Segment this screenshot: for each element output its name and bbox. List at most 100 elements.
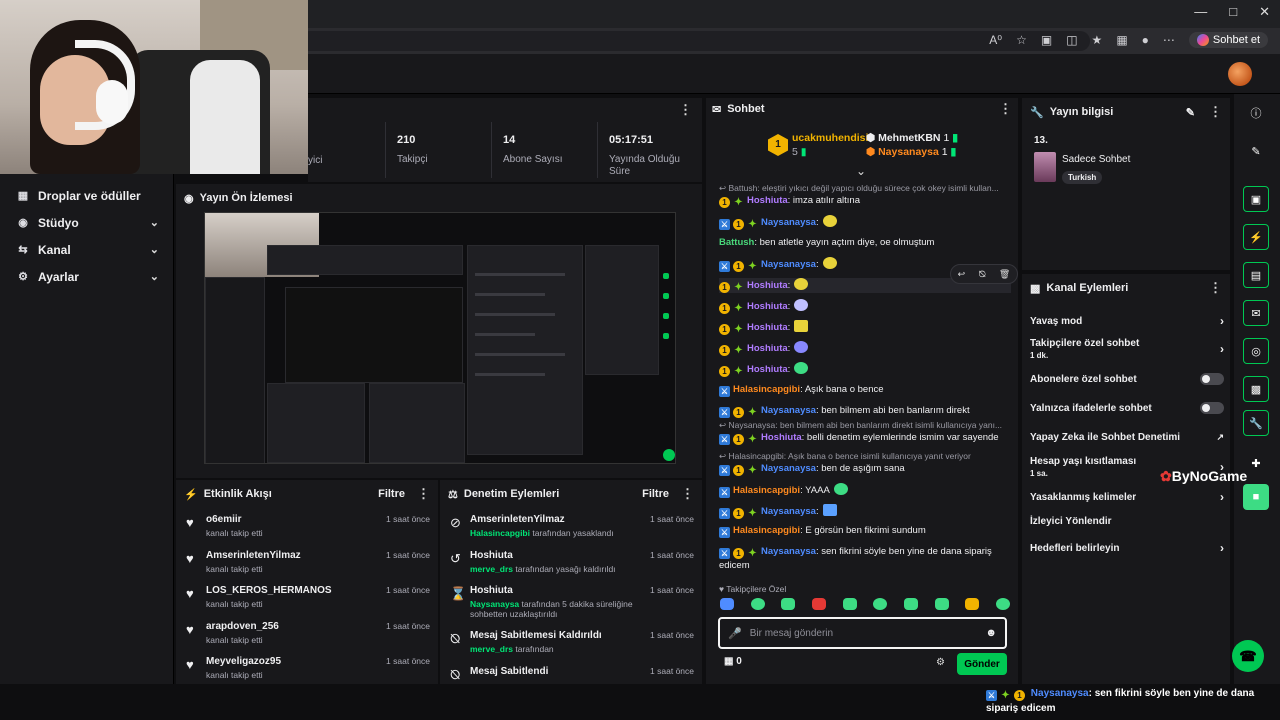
panel-title: Denetim Eylemleri [463, 488, 560, 500]
gavel-icon: ⚖ [448, 488, 458, 501]
action-banned-words[interactable]: Yasaklanmış kelimeler › [1030, 490, 1224, 504]
sidebar-item-settings[interactable]: ⚙ Ayarlar ⌄ [0, 263, 173, 290]
chat-message[interactable]: 1 ✦ Hoshiuta: [719, 299, 1011, 314]
minimize-icon[interactable]: — [1194, 4, 1207, 20]
game-icon[interactable]: ■ [1243, 484, 1269, 510]
leader-third[interactable]: ⬢ Naysanaysa 1 ▮ [866, 146, 956, 158]
action-ai-moderation[interactable]: Yapay Zeka ile Sohbet Denetimi ↗ [1030, 432, 1224, 443]
lightning-icon[interactable]: ⚡ [1243, 224, 1269, 250]
maximize-icon[interactable]: □ [1229, 4, 1237, 20]
list-item[interactable]: ↺ Hoshiuta merve_drs tarafından yasağı ka… [440, 544, 702, 580]
channel-points[interactable]: ▦ 0 [724, 656, 742, 667]
chat-message[interactable]: ⚔ 1 ✦ Naysanaysa: sen fikrini söyle ben yin… [719, 545, 1011, 572]
list-item[interactable]: ♥ Meyveligazoz95 kanalı takip etti 1 saat… [176, 650, 438, 684]
chat-icon[interactable]: ✉ [1243, 300, 1269, 326]
action-slow-mode[interactable]: Yavaş mod › [1030, 314, 1224, 328]
leader-name[interactable]: ucakmuhendisi [792, 132, 868, 144]
chat-input[interactable] [749, 627, 986, 639]
chat-message[interactable]: ⚔ 1 ✦ Naysanaysa: ben bilmem abi ben banlar… [719, 404, 1011, 418]
emote[interactable] [842, 598, 857, 610]
filter-button[interactable]: Filtre [378, 488, 405, 500]
action-followers-only[interactable]: Takipçilere özel sohbet 1 dk. › [1030, 338, 1224, 360]
ad-icon[interactable]: ▩ [1243, 376, 1269, 402]
subscribers-only-toggle[interactable] [1200, 373, 1224, 385]
emoji-icon[interactable]: ☻ [985, 627, 997, 639]
copilot-button[interactable]: Sohbet et [1188, 32, 1268, 48]
emote[interactable] [934, 598, 949, 610]
chat-message[interactable]: Battush: ben atletle yayın açtım diye, o… [719, 236, 1011, 249]
more-options-icon[interactable]: ⋮ [681, 486, 694, 502]
chat-message[interactable]: ⚔ 1 ✦ Naysanaysa: [719, 215, 1011, 230]
chat-message[interactable]: ⚔ 1 ✦ Hoshiuta: belli denetim eylemlerinde … [719, 431, 1011, 445]
emote[interactable] [903, 598, 918, 610]
close-icon[interactable]: ✕ [1259, 4, 1270, 20]
sidebar-item-channel[interactable]: ⇆ Kanal ⌄ [0, 236, 173, 263]
chat-message[interactable]: 1 ✦ Hoshiuta: [719, 341, 1011, 356]
send-button[interactable]: Gönder [957, 653, 1007, 675]
pin-icon[interactable]: ⦰ [978, 269, 985, 280]
chat-message[interactable]: 1 ✦ Hoshiuta: [719, 320, 1011, 335]
emote-only-toggle[interactable] [1200, 402, 1224, 414]
leader-second[interactable]: ⬢ MehmetKBN 1 ▮ [866, 132, 958, 144]
user-avatar[interactable] [1228, 62, 1252, 86]
emote[interactable] [811, 598, 826, 610]
chat-bubble-icon: ✉ [712, 103, 722, 116]
more-options-icon[interactable]: ⋮ [1209, 280, 1222, 296]
clip-icon[interactable]: ▣ [1243, 186, 1269, 212]
list-item[interactable]: ⦰ Mesaj Sabitlemesi Kaldırıldı merve_drs … [440, 624, 702, 660]
chat-message[interactable]: ⚔ Halasincapgibi: YAAA [719, 483, 1011, 498]
filter-button[interactable]: Filtre [642, 488, 669, 500]
favorites-icon[interactable]: ★ [1092, 33, 1103, 47]
emote[interactable] [750, 598, 765, 610]
chat-message[interactable]: 1 ✦ Hoshiuta: [719, 362, 1011, 377]
chat-message[interactable]: 1 ✦ Hoshiuta: imza atılır altına [719, 194, 1011, 208]
emote[interactable] [965, 598, 980, 610]
more-icon[interactable]: ⋯ [1163, 33, 1175, 47]
more-options-icon[interactable]: ⋮ [417, 486, 430, 502]
help-button[interactable]: ☎ [1232, 640, 1264, 672]
emote[interactable] [995, 598, 1010, 610]
read-aloud-icon[interactable]: A⁰ [989, 33, 1002, 47]
info-icon[interactable]: ⓘ [1243, 100, 1269, 126]
list-item[interactable]: ♥ LOS_KEROS_HERMANOS kanalı takip etti 1 … [176, 579, 438, 615]
list-item[interactable]: ♥ arapdoven_256 kanalı takip etti 1 saat … [176, 615, 438, 651]
emote[interactable] [873, 598, 888, 610]
chevron-down-icon[interactable]: ⌄ [856, 164, 866, 178]
address-bar[interactable] [300, 31, 1090, 51]
broadcast-icon[interactable]: ◎ [1243, 338, 1269, 364]
delete-icon[interactable]: 🗑 [999, 269, 1010, 280]
collections-icon[interactable]: ▦ [1116, 33, 1127, 47]
timestamp: 1 saat önce [650, 630, 694, 640]
chat-message[interactable]: ⚔ 1 ✦ Naysanaysa: ben de aşığım sana [719, 462, 1011, 476]
more-options-icon[interactable]: ⋮ [1209, 104, 1222, 120]
list-item[interactable]: ♥ AmserinletenYilmaz kanalı takip etti 1 … [176, 544, 438, 580]
gear-icon[interactable]: ⚙ [936, 657, 945, 668]
profile-icon[interactable]: ● [1142, 33, 1149, 47]
extensions-icon[interactable]: ▣ [1041, 33, 1052, 47]
reply-icon[interactable]: ↩ [958, 269, 966, 280]
chat-message[interactable]: ⚔ 1 ✦ Naysanaysa: [719, 504, 1011, 519]
split-screen-icon[interactable]: ◫ [1066, 33, 1077, 47]
emote[interactable] [781, 598, 796, 610]
wrench-icon[interactable]: 🔧 [1243, 410, 1269, 436]
list-item[interactable]: ⌛ Hoshiuta Naysanaysa tarafından 5 dakika… [440, 579, 702, 624]
document-icon[interactable]: ▤ [1243, 262, 1269, 288]
list-item[interactable]: ⦰ Mesaj Sabitlendi 1 saat önce [440, 660, 702, 685]
list-item[interactable]: ⊘ AmserinletenYilmaz Halasincapgibi taraf… [440, 508, 702, 544]
edit-icon[interactable]: ✎ [1243, 138, 1269, 164]
more-options-icon[interactable]: ⋮ [679, 102, 692, 118]
stream-preview-video[interactable] [204, 212, 676, 464]
action-goals[interactable]: Hedefleri belirleyin › [1030, 541, 1224, 555]
chat-message[interactable]: ⚔ Halasincapgibi: Aşık bana o bence [719, 383, 1011, 397]
more-options-icon[interactable]: ⋮ [999, 101, 1012, 117]
sidebar-item-studio[interactable]: ◉ Stüdyo ⌄ [0, 209, 173, 236]
list-item[interactable]: ♥ o6emiir kanalı takip etti 1 saat önce [176, 508, 438, 544]
favorite-star-icon[interactable]: ☆ [1016, 33, 1027, 47]
action-raid[interactable]: İzleyici Yönlendir [1030, 516, 1224, 527]
edit-icon[interactable]: ✎ [1186, 106, 1195, 119]
tag-badge[interactable]: Turkish [1062, 171, 1103, 184]
microphone-icon[interactable]: 🎤 [728, 627, 742, 640]
sidebar-item-drops[interactable]: ▦ Droplar ve ödüller [0, 182, 173, 209]
emote[interactable] [720, 598, 734, 610]
chat-message[interactable]: ⚔ Halasincapgibi: E görsün ben fikrimi su… [719, 524, 1011, 538]
